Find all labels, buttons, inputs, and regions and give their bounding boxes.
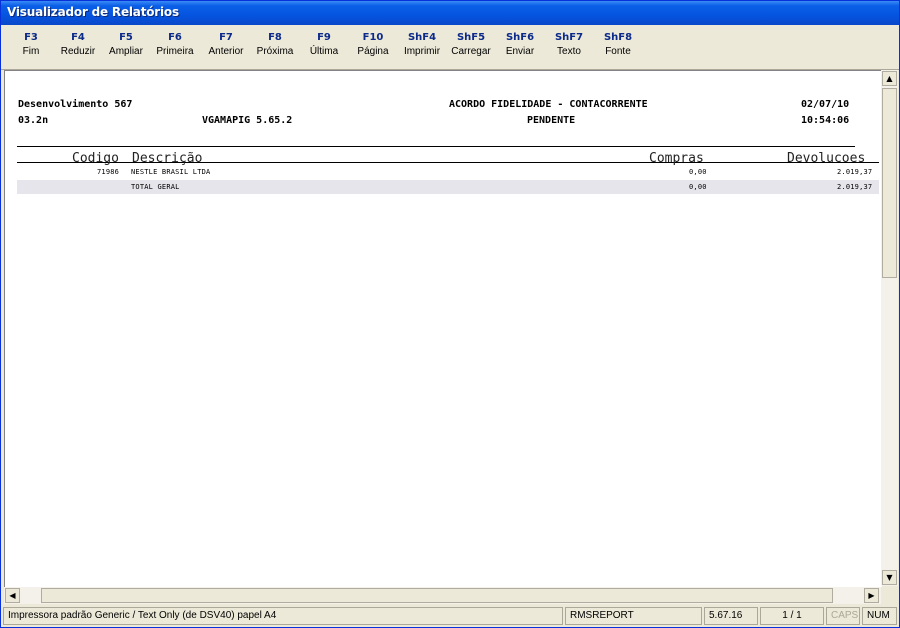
primeira-button[interactable]: F6 Primeira [152, 31, 198, 65]
row-compras: 0,00 [689, 168, 707, 176]
proxima-key: F8 [268, 32, 282, 43]
scroll-down-icon[interactable]: ▼ [882, 570, 897, 585]
status-bar: Impressora padrão Generic / Text Only (d… [1, 605, 899, 627]
program-version: VGAMAPIG 5.65.2 [202, 115, 293, 126]
scroll-right-icon[interactable]: ▶ [864, 588, 879, 603]
ultima-button[interactable]: F9 Última [301, 31, 347, 65]
carregar-button[interactable]: ShF5 Carregar [448, 31, 494, 65]
vertical-scrollbar[interactable]: ▲ ▼ [881, 70, 898, 586]
imprimir-label: Imprimir [403, 46, 441, 57]
scroll-up-icon[interactable]: ▲ [882, 71, 897, 86]
vertical-scroll-thumb[interactable] [882, 88, 897, 278]
status-page: 1 / 1 [760, 607, 824, 625]
anterior-button[interactable]: F7 Anterior [203, 31, 249, 65]
carregar-label: Carregar [451, 46, 491, 57]
ultima-label: Última [309, 46, 339, 57]
fim-key: F3 [24, 32, 38, 43]
pagina-key: F10 [362, 32, 384, 43]
status-num: NUM [862, 607, 897, 625]
enviar-button[interactable]: ShF6 Enviar [497, 31, 543, 65]
total-devolucoes: 2.019,37 [837, 183, 873, 191]
ampliar-button[interactable]: F5 Ampliar [103, 31, 149, 65]
fonte-button[interactable]: ShF8 Fonte [595, 31, 641, 65]
row-codigo: 71986 [97, 168, 120, 176]
report-time: 10:54:06 [801, 115, 850, 126]
fonte-label: Fonte [605, 46, 631, 57]
proxima-button[interactable]: F8 Próxima [252, 31, 298, 65]
status-printer: Impressora padrão Generic / Text Only (d… [3, 607, 563, 625]
status-caps: CAPS [826, 607, 860, 625]
report-viewport[interactable]: Desenvolvimento 567 03.2n VGAMAPIG 5.65.… [4, 70, 882, 587]
window-title: Visualizador de Relatórios [7, 5, 179, 19]
ultima-key: F9 [317, 32, 331, 43]
texto-key: ShF7 [554, 32, 584, 43]
fonte-key: ShF8 [603, 32, 633, 43]
status-module: RMSREPORT [565, 607, 702, 625]
fim-button[interactable]: F3 Fim [8, 31, 54, 65]
pagina-button[interactable]: F10 Página [350, 31, 396, 65]
report-viewer-window: Visualizador de Relatórios F3 Fim F4 Red… [0, 0, 900, 628]
pagina-label: Página [357, 46, 389, 57]
header-divider [17, 146, 855, 147]
report-date: 02/07/10 [801, 99, 850, 110]
row-descricao: NESTLE BRASIL LTDA [131, 168, 211, 176]
column-descricao: Descrição [132, 151, 203, 166]
report-subtitle: PENDENTE [527, 115, 576, 126]
row-devolucoes: 2.019,37 [837, 168, 873, 176]
primeira-label: Primeira [156, 46, 194, 57]
reduzir-button[interactable]: F4 Reduzir [55, 31, 101, 65]
reduzir-label: Reduzir [60, 46, 96, 57]
primeira-key: F6 [168, 32, 182, 43]
texto-label: Texto [557, 46, 581, 57]
texto-button[interactable]: ShF7 Texto [546, 31, 592, 65]
scroll-left-icon[interactable]: ◀ [5, 588, 20, 603]
carregar-key: ShF5 [456, 32, 486, 43]
column-compras: Compras [649, 151, 704, 166]
company-name: Desenvolvimento 567 [18, 99, 133, 110]
enviar-label: Enviar [505, 46, 535, 57]
report-title: ACORDO FIDELIDADE - CONTACORRENTE [449, 99, 648, 110]
column-devolucoes: Devolucoes [787, 151, 866, 166]
imprimir-key: ShF4 [407, 32, 437, 43]
total-compras: 0,00 [689, 183, 707, 191]
anterior-key: F7 [219, 32, 233, 43]
function-key-toolbar: F3 Fim F4 Reduzir F5 Ampliar F6 Primeira… [1, 25, 899, 70]
anterior-label: Anterior [208, 46, 244, 57]
ampliar-label: Ampliar [109, 46, 143, 57]
total-label: TOTAL GERAL [131, 183, 180, 191]
column-codigo: Codigo [72, 151, 119, 166]
status-version: 5.67.16 [704, 607, 758, 625]
fim-label: Fim [22, 46, 40, 57]
report-code: 03.2n [18, 115, 49, 126]
horizontal-scroll-thumb[interactable] [41, 588, 833, 603]
proxima-label: Próxima [256, 46, 294, 57]
enviar-key: ShF6 [505, 32, 535, 43]
scrollbar-corner [881, 587, 898, 604]
reduzir-key: F4 [71, 32, 85, 43]
ampliar-key: F5 [119, 32, 133, 43]
horizontal-scrollbar[interactable]: ◀ ▶ [4, 587, 881, 604]
title-bar[interactable]: Visualizador de Relatórios [1, 1, 899, 25]
imprimir-button[interactable]: ShF4 Imprimir [399, 31, 445, 65]
